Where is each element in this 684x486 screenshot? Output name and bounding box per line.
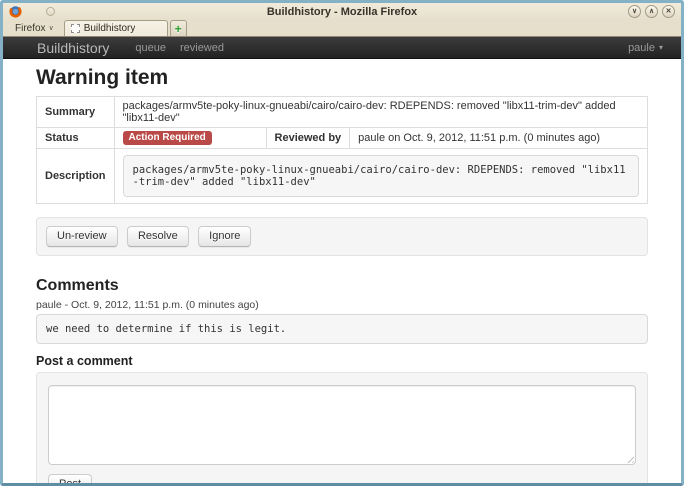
close-icon: ✕ [666, 8, 672, 15]
user-name: paule [628, 42, 655, 54]
plus-icon: + [175, 23, 182, 35]
actions-panel: Un-review Resolve Ignore [36, 217, 648, 256]
page-title: Warning item [36, 66, 648, 90]
page-content: Warning item Summary packages/armv5te-po… [3, 59, 681, 483]
reviewed-by-label: Reviewed by [266, 128, 350, 149]
comments-heading: Comments [36, 277, 648, 295]
nav-link-queue[interactable]: queue [135, 42, 166, 54]
window-titlebar: Buildhistory - Mozilla Firefox ∨ ∧ ✕ [3, 3, 681, 20]
status-badge: Action Required [123, 131, 212, 145]
firefox-menu-label: Firefox [15, 23, 46, 34]
favicon-placeholder-icon [71, 24, 80, 33]
chevron-down-icon: ∨ [49, 24, 54, 32]
comment-textarea-wrap [48, 385, 636, 465]
navbar-brand[interactable]: Buildhistory [37, 40, 109, 56]
firefox-icon [9, 5, 22, 18]
new-tab-button[interactable]: + [170, 20, 187, 36]
tab-title: Buildhistory [84, 23, 136, 34]
user-dropdown[interactable]: paule ▾ [628, 42, 663, 54]
description-cell: packages/armv5te-poky-linux-gnueabi/cair… [114, 149, 647, 204]
un-review-button[interactable]: Un-review [46, 226, 118, 247]
ignore-button[interactable]: Ignore [198, 226, 251, 247]
window-close-button[interactable]: ✕ [662, 5, 675, 18]
post-button[interactable]: Post [48, 474, 92, 483]
description-label: Description [37, 149, 115, 204]
post-comment-panel: Post [36, 372, 648, 483]
summary-value: packages/armv5te-poky-linux-gnueabi/cair… [114, 97, 647, 128]
browser-tabbar: Firefox ∨ Buildhistory + [3, 20, 681, 37]
titlebar-menu-dot[interactable] [46, 7, 55, 16]
table-row: Summary packages/armv5te-poky-linux-gnue… [37, 97, 648, 128]
warning-details-table: Summary packages/armv5te-poky-linux-gnue… [36, 96, 648, 204]
description-code: packages/armv5te-poky-linux-gnueabi/cair… [123, 155, 639, 197]
caret-down-icon: ▾ [659, 43, 663, 52]
chevron-down-icon: ∨ [632, 8, 637, 15]
tab-buildhistory[interactable]: Buildhistory [64, 20, 168, 36]
status-label: Status [37, 128, 115, 149]
reviewed-by-value: paule on Oct. 9, 2012, 11:51 p.m. (0 min… [350, 128, 648, 149]
window-maximize-button[interactable]: ∧ [645, 5, 658, 18]
window-controls: ∨ ∧ ✕ [628, 5, 675, 18]
window-shade-button[interactable]: ∨ [628, 5, 641, 18]
post-button-row: Post [48, 474, 636, 483]
window-title: Buildhistory - Mozilla Firefox [3, 6, 681, 18]
comment-input[interactable] [48, 385, 636, 465]
comment-item: paule - Oct. 9, 2012, 11:51 p.m. (0 minu… [36, 299, 648, 344]
summary-label: Summary [37, 97, 115, 128]
nav-link-reviewed[interactable]: reviewed [180, 42, 224, 54]
app-navbar: Buildhistory queue reviewed paule ▾ [3, 37, 681, 59]
table-row: Status Action Required Reviewed by paule… [37, 128, 648, 149]
comment-text: we need to determine if this is legit. [36, 314, 648, 344]
resolve-button[interactable]: Resolve [127, 226, 189, 247]
post-comment-heading: Post a comment [36, 354, 648, 368]
comment-meta: paule - Oct. 9, 2012, 11:51 p.m. (0 minu… [36, 299, 648, 311]
status-cell: Action Required [114, 128, 266, 149]
firefox-app-menu-button[interactable]: Firefox ∨ [13, 20, 60, 36]
chevron-up-icon: ∧ [649, 8, 654, 15]
table-row: Description packages/armv5te-poky-linux-… [37, 149, 648, 204]
firefox-window: Buildhistory - Mozilla Firefox ∨ ∧ ✕ Fir… [0, 0, 684, 486]
